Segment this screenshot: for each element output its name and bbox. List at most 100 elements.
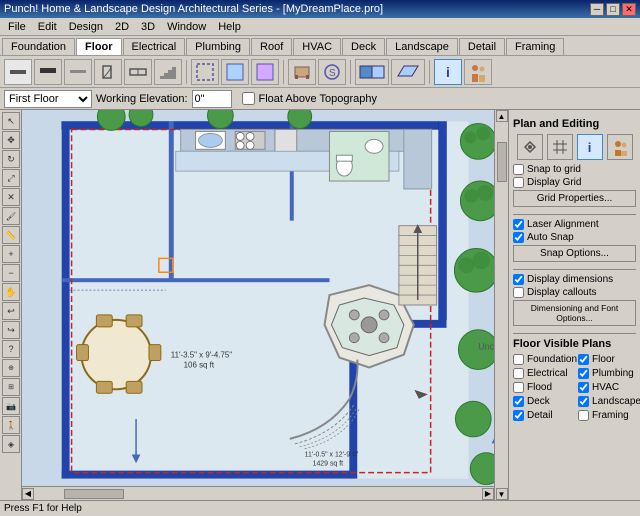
menu-3d[interactable]: 3D (135, 20, 161, 34)
landscape-plan-checkbox[interactable] (578, 396, 589, 407)
snap-to-grid-row: Snap to grid (513, 164, 636, 175)
tool-info[interactable]: i (434, 59, 462, 85)
vertical-scrollbar[interactable]: ▲ ▼ (494, 110, 508, 500)
tool-delete[interactable]: ✕ (2, 188, 20, 206)
separator2 (283, 60, 284, 84)
detail-plan-checkbox[interactable] (513, 410, 524, 421)
tab-foundation[interactable]: Foundation (2, 38, 75, 55)
tool-select[interactable]: ↖ (2, 112, 20, 130)
tool-grid[interactable]: ⊞ (2, 378, 20, 396)
snap-options-button[interactable]: Snap Options... (513, 245, 636, 262)
grid-properties-button[interactable]: Grid Properties... (513, 190, 636, 207)
tab-detail[interactable]: Detail (459, 38, 505, 55)
tool-measure[interactable]: 📏 (2, 226, 20, 244)
tool-interior-wall[interactable] (64, 59, 92, 85)
minimize-button[interactable]: ─ (590, 3, 604, 16)
floor-selector[interactable]: First Floor Second Floor Basement (4, 90, 92, 108)
tool-room[interactable] (191, 59, 219, 85)
info-panel-icon[interactable]: i (577, 134, 603, 160)
tool-stairs[interactable] (154, 59, 182, 85)
framing-plan-checkbox[interactable] (578, 410, 589, 421)
deck-plan-checkbox[interactable] (513, 396, 524, 407)
hvac-plan-checkbox[interactable] (578, 382, 589, 393)
foundation-plan-checkbox[interactable] (513, 354, 524, 365)
auto-snap-label: Auto Snap (527, 232, 574, 243)
maximize-button[interactable]: □ (606, 3, 620, 16)
working-elevation-label: Working Elevation: (96, 93, 188, 105)
auto-snap-checkbox[interactable] (513, 232, 524, 243)
tool-zoom-out[interactable]: − (2, 264, 20, 282)
tool-symbol[interactable]: S (318, 59, 346, 85)
toolbar-content: S i (0, 55, 640, 87)
horizontal-scrollbar[interactable]: ◀ ▶ (22, 486, 494, 500)
tool-redo[interactable]: ↪ (2, 321, 20, 339)
tab-plumbing[interactable]: Plumbing (186, 38, 250, 55)
tool-ceiling[interactable] (251, 59, 279, 85)
tab-framing[interactable]: Framing (506, 38, 564, 55)
tool-snap[interactable]: ⊕ (2, 359, 20, 377)
window-controls[interactable]: ─ □ ✕ (590, 3, 636, 16)
plumbing-plan-checkbox[interactable] (578, 368, 589, 379)
display-dimensions-row: Display dimensions (513, 274, 636, 285)
tool-zoom-in[interactable]: + (2, 245, 20, 263)
tool-wall[interactable] (4, 59, 32, 85)
tab-roof[interactable]: Roof (251, 38, 292, 55)
tab-hvac[interactable]: HVAC (293, 38, 341, 55)
display-grid-row: Display Grid (513, 177, 636, 188)
svg-text:Unc: Unc (478, 342, 494, 352)
tool-paint[interactable]: 🖌 (2, 207, 20, 225)
floor-plan-checkbox[interactable] (578, 354, 589, 365)
people-panel-icon[interactable] (607, 134, 633, 160)
tab-floor[interactable]: Floor (76, 38, 122, 55)
tool-pan[interactable]: ✋ (2, 283, 20, 301)
tool-door[interactable] (94, 59, 122, 85)
canvas-area[interactable]: 11'-3.5" x 9'-4.75" 106 sq ft (22, 110, 508, 500)
menu-file[interactable]: File (2, 20, 32, 34)
tool-undo[interactable]: ↩ (2, 302, 20, 320)
separator3 (350, 60, 351, 84)
tab-deck[interactable]: Deck (342, 38, 385, 55)
tool-help[interactable]: ? (2, 340, 20, 358)
display-callouts-row: Display callouts (513, 287, 636, 298)
working-elevation-input[interactable] (192, 90, 232, 108)
tool-people[interactable] (464, 59, 492, 85)
float-above-checkbox[interactable] (242, 92, 255, 105)
tab-landscape[interactable]: Landscape (386, 38, 458, 55)
menu-window[interactable]: Window (161, 20, 212, 34)
display-dimensions-checkbox[interactable] (513, 274, 524, 285)
snap-icon[interactable] (517, 134, 543, 160)
snap-to-grid-checkbox[interactable] (513, 164, 524, 175)
electrical-plan-checkbox[interactable] (513, 368, 524, 379)
hvac-plan-label: HVAC (592, 382, 619, 393)
tool-walk[interactable]: 🚶 (2, 416, 20, 434)
tool-view2d[interactable] (355, 59, 389, 85)
dim-font-button[interactable]: Dimensioning and Font Options... (513, 300, 636, 326)
tool-furniture[interactable] (288, 59, 316, 85)
tool-window[interactable] (124, 59, 152, 85)
tool-extra1[interactable]: ◈ (2, 435, 20, 453)
menu-2d[interactable]: 2D (109, 20, 135, 34)
floor-visible-title: Floor Visible Plans (513, 338, 636, 350)
tool-scale[interactable]: ⤢ (2, 169, 20, 187)
close-button[interactable]: ✕ (622, 3, 636, 16)
tool-exterior-wall[interactable] (34, 59, 62, 85)
tool-camera[interactable]: 📷 (2, 397, 20, 415)
laser-alignment-checkbox[interactable] (513, 219, 524, 230)
tool-move[interactable]: ✥ (2, 131, 20, 149)
floor-bar: First Floor Second Floor Basement Workin… (0, 88, 640, 110)
tool-floor[interactable] (221, 59, 249, 85)
tool-rotate[interactable]: ↻ (2, 150, 20, 168)
framing-plan-label: Framing (592, 410, 629, 421)
menu-design[interactable]: Design (63, 20, 109, 34)
menu-edit[interactable]: Edit (32, 20, 63, 34)
grid-icon[interactable] (547, 134, 573, 160)
tab-electrical[interactable]: Electrical (123, 38, 186, 55)
floor-plan-label: Floor (592, 354, 615, 365)
flood-plan-checkbox[interactable] (513, 382, 524, 393)
panel-icon-row: i (513, 134, 636, 160)
menu-help[interactable]: Help (212, 20, 247, 34)
display-grid-checkbox[interactable] (513, 177, 524, 188)
display-callouts-checkbox[interactable] (513, 287, 524, 298)
tool-view3d[interactable] (391, 59, 425, 85)
left-toolbox: ↖ ✥ ↻ ⤢ ✕ 🖌 📏 + − ✋ ↩ ↪ ? ⊕ ⊞ 📷 🚶 ◈ (0, 110, 22, 500)
